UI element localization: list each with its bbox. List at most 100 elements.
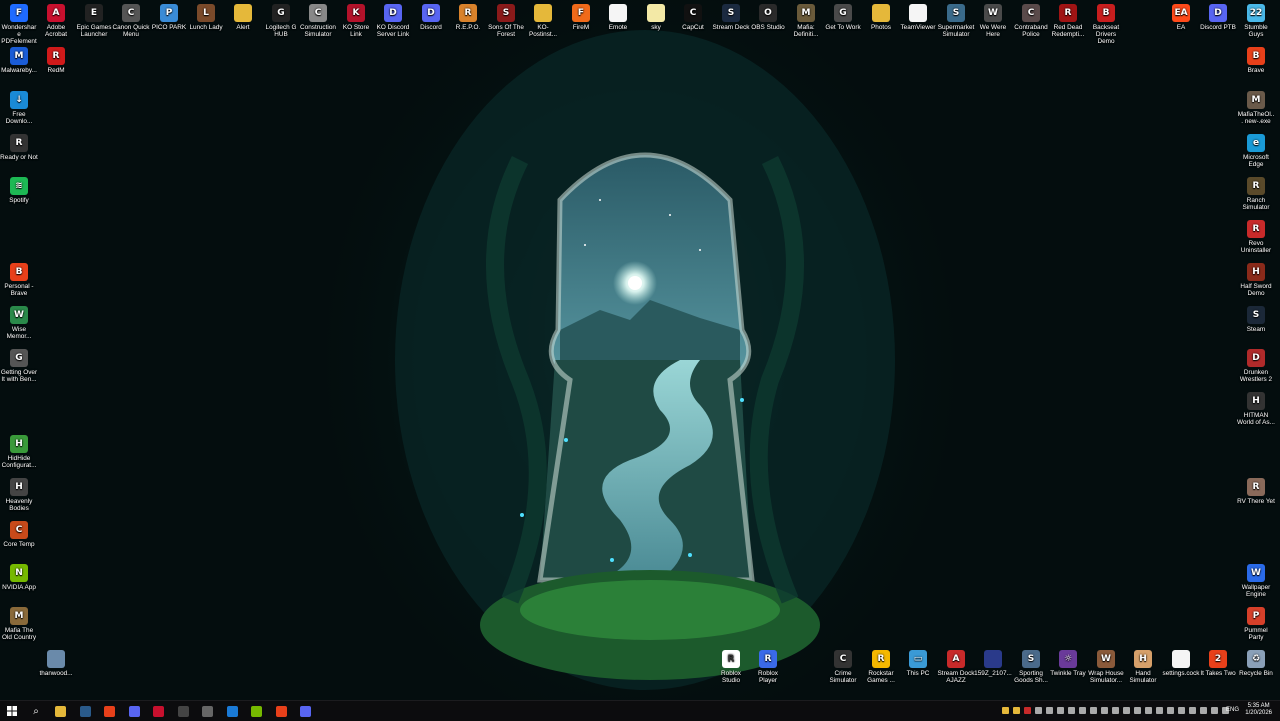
tray-icon[interactable] (1112, 707, 1119, 714)
tray-icon[interactable] (1145, 707, 1152, 714)
desktop-shortcut[interactable]: R Revo Uninstaller (1237, 220, 1275, 254)
desktop-shortcut[interactable]: H Half Sword Demo (1237, 263, 1275, 297)
desktop-shortcut[interactable]: sky (637, 4, 675, 31)
steam-icon[interactable] (76, 703, 94, 719)
tray-icon[interactable] (1002, 707, 1009, 714)
desktop-shortcut[interactable]: H Hand Simulator (1124, 650, 1162, 684)
desktop-shortcut[interactable]: R RedM (37, 47, 75, 74)
obs-icon[interactable] (174, 703, 192, 719)
desktop-shortcut[interactable]: R Ready or Not (0, 134, 38, 161)
desktop-shortcut[interactable]: F Wondershare PDFelement (0, 4, 38, 45)
desktop-shortcut[interactable]: H HidHide Configurat... (0, 435, 38, 469)
desktop-shortcut[interactable]: B Brave (1237, 47, 1275, 74)
tray-icon[interactable] (1156, 707, 1163, 714)
search-icon[interactable]: ⌕ (27, 703, 45, 719)
desktop-shortcut[interactable]: KO-Postinst... (524, 4, 562, 38)
desktop-shortcut[interactable]: D Discord (412, 4, 450, 31)
tray-icon[interactable] (1123, 707, 1130, 714)
language-indicator[interactable]: ENG (1226, 707, 1239, 713)
desktop-shortcut[interactable]: M Malwareby... (0, 47, 38, 74)
desktop-shortcut[interactable]: R Ranch Simulator (1237, 177, 1275, 211)
desktop-shortcut[interactable]: Emote (599, 4, 637, 31)
desktop-shortcut[interactable]: O OBS Studio (749, 4, 787, 31)
nvidia-icon[interactable] (248, 703, 266, 719)
desktop-shortcut[interactable]: C Construction Simulator (299, 4, 337, 38)
brave-icon[interactable] (101, 703, 119, 719)
desktop-shortcut[interactable]: R RV There Yet (1237, 478, 1275, 505)
tray-icon[interactable] (1211, 707, 1218, 714)
desktop-shortcut[interactable]: W We Were Here (974, 4, 1012, 38)
desktop-shortcut[interactable]: 2 It Takes Two (1199, 650, 1237, 677)
edge-icon[interactable] (223, 703, 241, 719)
desktop-shortcut[interactable]: D Drunken Wrestlers 2 (1237, 349, 1275, 383)
desktop-shortcut[interactable]: W Wise Memor... (0, 306, 38, 340)
desktop-shortcut[interactable]: R Rockstar Games ... (862, 650, 900, 684)
tray-icon[interactable] (1013, 707, 1020, 714)
tray-icon[interactable] (1134, 707, 1141, 714)
desktop-shortcut[interactable]: thanwood... (37, 650, 75, 677)
tray-icon[interactable] (1057, 707, 1064, 714)
desktop-shortcut[interactable]: S Supermarket Simulator (937, 4, 975, 38)
tray-icon[interactable] (1178, 707, 1185, 714)
settings-icon[interactable] (199, 703, 217, 719)
desktop-shortcut[interactable]: H HITMAN World of As... (1237, 392, 1275, 426)
acrobat-icon[interactable] (150, 703, 168, 719)
desktop-shortcut[interactable]: G Logitech G HUB (262, 4, 300, 38)
system-clock[interactable]: 5:35 AM 1/20/2026 (1245, 703, 1272, 717)
desktop-shortcut[interactable]: G Get To Work (824, 4, 862, 31)
desktop-shortcut[interactable]: R R.E.P.O. (449, 4, 487, 31)
desktop-shortcut[interactable]: Photos (862, 4, 900, 31)
desktop-shortcut[interactable]: H Heavenly Bodies (0, 478, 38, 512)
tray-icon[interactable] (1046, 707, 1053, 714)
desktop-shortcut[interactable]: N NVIDIA App (0, 564, 38, 591)
desktop-shortcut[interactable]: A Stream Dock AJAZZ (937, 650, 975, 684)
discord-icon[interactable] (297, 703, 315, 719)
desktop-shortcut[interactable]: TeamViewer (899, 4, 937, 31)
desktop-shortcut[interactable]: B Backseat Drivers Demo (1087, 4, 1125, 45)
desktop-shortcut[interactable]: P PICO PARK (150, 4, 188, 31)
tray-icon[interactable] (1167, 707, 1174, 714)
desktop-shortcut[interactable]: W Wrap House Simulator... (1087, 650, 1125, 684)
desktop-shortcut[interactable]: S Stream Deck (712, 4, 750, 31)
desktop-shortcut[interactable]: R Roblox Player (749, 650, 787, 684)
desktop-shortcut[interactable]: K KO Store Link (337, 4, 375, 38)
desktop-shortcut[interactable]: settings.cock (1162, 650, 1200, 677)
tray-icon[interactable] (1189, 707, 1196, 714)
desktop-shortcut[interactable]: D KO Discord Server Link (374, 4, 412, 38)
desktop-shortcut[interactable]: 159Z_2107... (974, 650, 1012, 677)
desktop-shortcut[interactable]: ≋ Spotify (0, 177, 38, 204)
desktop-shortcut[interactable]: W Wallpaper Engine (1237, 564, 1275, 598)
desktop-shortcut[interactable]: C Canon Quick Menu (112, 4, 150, 38)
desktop-shortcut[interactable]: 22 Stumble Guys (1237, 4, 1275, 38)
desktop-shortcut[interactable]: ▭ This PC (899, 650, 937, 677)
windows-icon[interactable] (3, 703, 21, 719)
tray-icon[interactable] (1035, 707, 1042, 714)
desktop-shortcut[interactable]: A Adobe Acrobat (37, 4, 75, 38)
tray-icon[interactable] (1101, 707, 1108, 714)
desktop-shortcut[interactable]: L Lunch Lady (187, 4, 225, 31)
discord-icon[interactable] (125, 703, 143, 719)
desktop-shortcut[interactable]: M Mafia The Old Country (0, 607, 38, 641)
desktop-shortcut[interactable]: C Contraband Police (1012, 4, 1050, 38)
desktop-shortcut[interactable]: ☼ Twinkle Tray (1049, 650, 1087, 677)
desktop-shortcut[interactable]: G Getting Over It with Ben... (0, 349, 38, 383)
desktop-shortcut[interactable]: S Sporting Goods Sh... (1012, 650, 1050, 684)
desktop-shortcut[interactable]: Alert (224, 4, 262, 31)
tray-icon[interactable] (1068, 707, 1075, 714)
tray-icon[interactable] (1079, 707, 1086, 714)
desktop-shortcut[interactable]: E Epic Games Launcher (75, 4, 113, 38)
desktop-shortcut[interactable]: B Personal - Brave (0, 263, 38, 297)
tray-icon[interactable] (1024, 707, 1031, 714)
desktop-shortcut[interactable]: D Discord PTB (1199, 4, 1237, 31)
desktop-shortcut[interactable]: C CapCut (674, 4, 712, 31)
desktop-shortcut[interactable]: S Sons Of The Forest (487, 4, 525, 38)
desktop-shortcut[interactable]: P Pummel Party (1237, 607, 1275, 641)
desktop-shortcut[interactable]: R Red Dead Redempti... (1049, 4, 1087, 38)
brave-icon[interactable] (272, 703, 290, 719)
desktop-shortcut[interactable]: S Steam (1237, 306, 1275, 333)
desktop-shortcut[interactable]: e Microsoft Edge (1237, 134, 1275, 168)
desktop-shortcut[interactable]: ↓ Free Downlo... (0, 91, 38, 125)
desktop-shortcut[interactable]: C Crime Simulator (824, 650, 862, 684)
tray-icon[interactable] (1200, 707, 1207, 714)
desktop-shortcut[interactable]: R Roblox Studio (712, 650, 750, 684)
